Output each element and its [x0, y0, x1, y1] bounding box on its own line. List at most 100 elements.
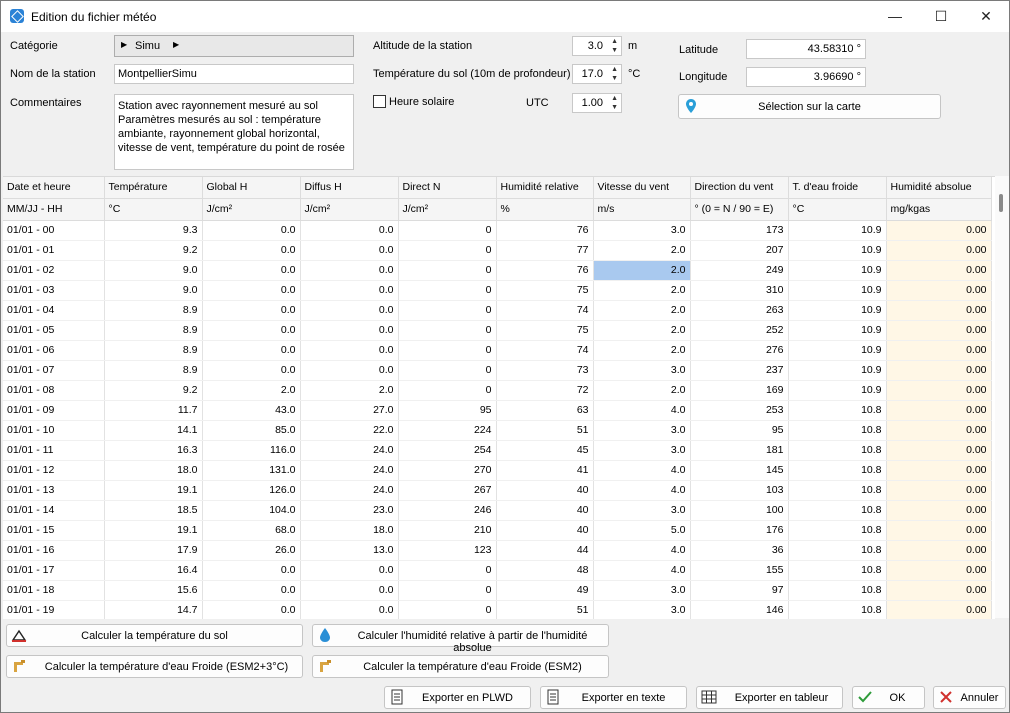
table-cell[interactable]: 0.0 — [202, 580, 301, 601]
table-cell[interactable]: 0.0 — [202, 240, 301, 261]
column-header[interactable]: Direct N — [398, 177, 497, 199]
map-select-button[interactable]: Sélection sur la carte — [678, 94, 941, 119]
table-cell[interactable]: 63 — [496, 400, 594, 421]
table-cell[interactable]: 01/01 - 13 — [3, 480, 105, 501]
table-cell[interactable]: 0 — [398, 340, 497, 361]
table-cell[interactable]: 10.9 — [788, 300, 887, 321]
table-cell[interactable]: 8.9 — [104, 320, 203, 341]
spin-arrows-icon[interactable]: ▲ ▼ — [611, 65, 618, 83]
table-cell[interactable]: 176 — [690, 520, 789, 541]
table-cell[interactable]: 0.0 — [202, 360, 301, 381]
table-cell[interactable]: 0 — [398, 220, 497, 241]
table-cell[interactable]: 01/01 - 10 — [3, 420, 105, 441]
table-cell[interactable]: 3.0 — [593, 580, 691, 601]
table-cell[interactable]: 0 — [398, 580, 497, 601]
table-cell[interactable]: 01/01 - 04 — [3, 300, 105, 321]
latitude-field[interactable]: 43.58310 ° — [746, 39, 866, 59]
table-row[interactable]: 01/01 - 08 9.2 2.0 2.0 0 72 2.0 169 10.9 0.00 — [3, 380, 992, 401]
table-row[interactable]: 01/01 - 15 19.1 68.0 18.0 210 40 5.0 176 10.8 0.0… — [3, 520, 992, 541]
table-cell[interactable]: 0.0 — [202, 280, 301, 301]
table-cell[interactable]: 45 — [496, 440, 594, 461]
table-cell[interactable]: 75 — [496, 280, 594, 301]
table-row[interactable]: 01/01 - 04 8.9 0.0 0.0 0 74 2.0 263 10.9 0.00 — [3, 300, 992, 321]
table-cell[interactable]: 0.00 — [886, 380, 992, 401]
table-cell[interactable]: 51 — [496, 600, 594, 619]
solar-time-checkbox[interactable] — [373, 95, 386, 108]
table-cell[interactable]: 01/01 - 18 — [3, 580, 105, 601]
table-cell[interactable]: 24.0 — [300, 480, 399, 501]
table-cell[interactable]: 0.00 — [886, 220, 992, 241]
table-cell[interactable]: 40 — [496, 480, 594, 501]
table-cell[interactable]: 224 — [398, 420, 497, 441]
table-cell[interactable]: 0 — [398, 380, 497, 401]
table-cell[interactable]: 246 — [398, 500, 497, 521]
table-row[interactable]: 01/01 - 17 16.4 0.0 0.0 0 48 4.0 155 10.8 0.00 — [3, 560, 992, 581]
table-cell[interactable]: 0.00 — [886, 500, 992, 521]
table-cell[interactable]: 0.0 — [300, 580, 399, 601]
table-cell[interactable]: 310 — [690, 280, 789, 301]
table-cell[interactable]: 16.3 — [104, 440, 203, 461]
table-cell[interactable]: 116.0 — [202, 440, 301, 461]
table-cell[interactable]: 4.0 — [593, 540, 691, 561]
table-cell[interactable]: 0.00 — [886, 420, 992, 441]
column-header[interactable]: Température — [104, 177, 203, 199]
export-text-button[interactable]: Exporter en texte — [540, 686, 687, 709]
table-cell[interactable]: 0.0 — [300, 260, 399, 281]
table-cell[interactable]: 01/01 - 19 — [3, 600, 105, 619]
table-cell[interactable]: 2.0 — [593, 320, 691, 341]
table-cell[interactable]: 01/01 - 09 — [3, 400, 105, 421]
table-cell[interactable]: 0.0 — [300, 220, 399, 241]
table-cell[interactable]: 13.0 — [300, 540, 399, 561]
calc-cold-water-esm2-button[interactable]: Calculer la température d'eau Froide (ES… — [312, 655, 609, 678]
table-cell[interactable]: 72 — [496, 380, 594, 401]
table-cell[interactable]: 4.0 — [593, 480, 691, 501]
table-cell[interactable]: 4.0 — [593, 460, 691, 481]
column-header[interactable]: Diffus H — [300, 177, 399, 199]
table-cell[interactable]: 0.00 — [886, 560, 992, 581]
column-header[interactable]: Humidité absolue — [886, 177, 992, 199]
table-cell[interactable]: 85.0 — [202, 420, 301, 441]
table-cell[interactable]: 0.00 — [886, 440, 992, 461]
table-cell[interactable]: 10.8 — [788, 580, 887, 601]
table-cell[interactable]: 0.00 — [886, 540, 992, 561]
table-cell[interactable]: 22.0 — [300, 420, 399, 441]
table-cell[interactable]: 11.7 — [104, 400, 203, 421]
table-cell[interactable]: 5.0 — [593, 520, 691, 541]
table-cell[interactable]: 253 — [690, 400, 789, 421]
table-cell[interactable]: 10.9 — [788, 280, 887, 301]
table-cell[interactable]: 4.0 — [593, 400, 691, 421]
table-cell[interactable]: 8.9 — [104, 360, 203, 381]
calc-rel-humidity-button[interactable]: Calculer l'humidité relative à partir de… — [312, 624, 609, 654]
table-cell[interactable]: 2.0 — [593, 340, 691, 361]
vertical-scrollbar[interactable] — [995, 176, 1009, 618]
table-cell[interactable]: 0.0 — [202, 260, 301, 281]
column-header[interactable]: T. d'eau froide — [788, 177, 887, 199]
table-cell[interactable]: 0 — [398, 560, 497, 581]
table-cell[interactable]: 0.0 — [300, 360, 399, 381]
table-cell[interactable]: 16.4 — [104, 560, 203, 581]
table-cell[interactable]: 40 — [496, 500, 594, 521]
table-cell[interactable]: 0.0 — [202, 600, 301, 619]
table-row[interactable]: 01/01 - 02 9.0 0.0 0.0 0 76 2.0 249 10.9 0.00 — [3, 260, 992, 281]
table-cell[interactable]: 01/01 - 05 — [3, 320, 105, 341]
altitude-spinner[interactable]: 3.0 ▲ ▼ — [572, 36, 622, 56]
table-cell[interactable]: 40 — [496, 520, 594, 541]
calc-soil-temp-button[interactable]: Calculer la température du sol — [6, 624, 303, 647]
export-sheet-button[interactable]: Exporter en tableur — [696, 686, 843, 709]
table-cell[interactable]: 0.0 — [202, 220, 301, 241]
table-cell[interactable]: 77 — [496, 240, 594, 261]
minimize-icon[interactable]: — — [872, 1, 918, 32]
table-cell[interactable]: 10.8 — [788, 560, 887, 581]
table-cell[interactable]: 36 — [690, 540, 789, 561]
table-row[interactable]: 01/01 - 18 15.6 0.0 0.0 0 49 3.0 97 10.8 0.00 — [3, 580, 992, 601]
table-row[interactable]: 01/01 - 14 18.5 104.0 23.0 246 40 3.0 100 10.8 0.… — [3, 500, 992, 521]
table-cell[interactable]: 24.0 — [300, 460, 399, 481]
column-header[interactable]: Humidité relative — [496, 177, 594, 199]
table-cell[interactable]: 75 — [496, 320, 594, 341]
table-row[interactable]: 01/01 - 06 8.9 0.0 0.0 0 74 2.0 276 10.9 0.00 — [3, 340, 992, 361]
table-cell[interactable]: 18.5 — [104, 500, 203, 521]
table-cell[interactable]: 249 — [690, 260, 789, 281]
table-cell[interactable]: 01/01 - 08 — [3, 380, 105, 401]
table-cell[interactable]: 01/01 - 07 — [3, 360, 105, 381]
table-cell[interactable]: 103 — [690, 480, 789, 501]
